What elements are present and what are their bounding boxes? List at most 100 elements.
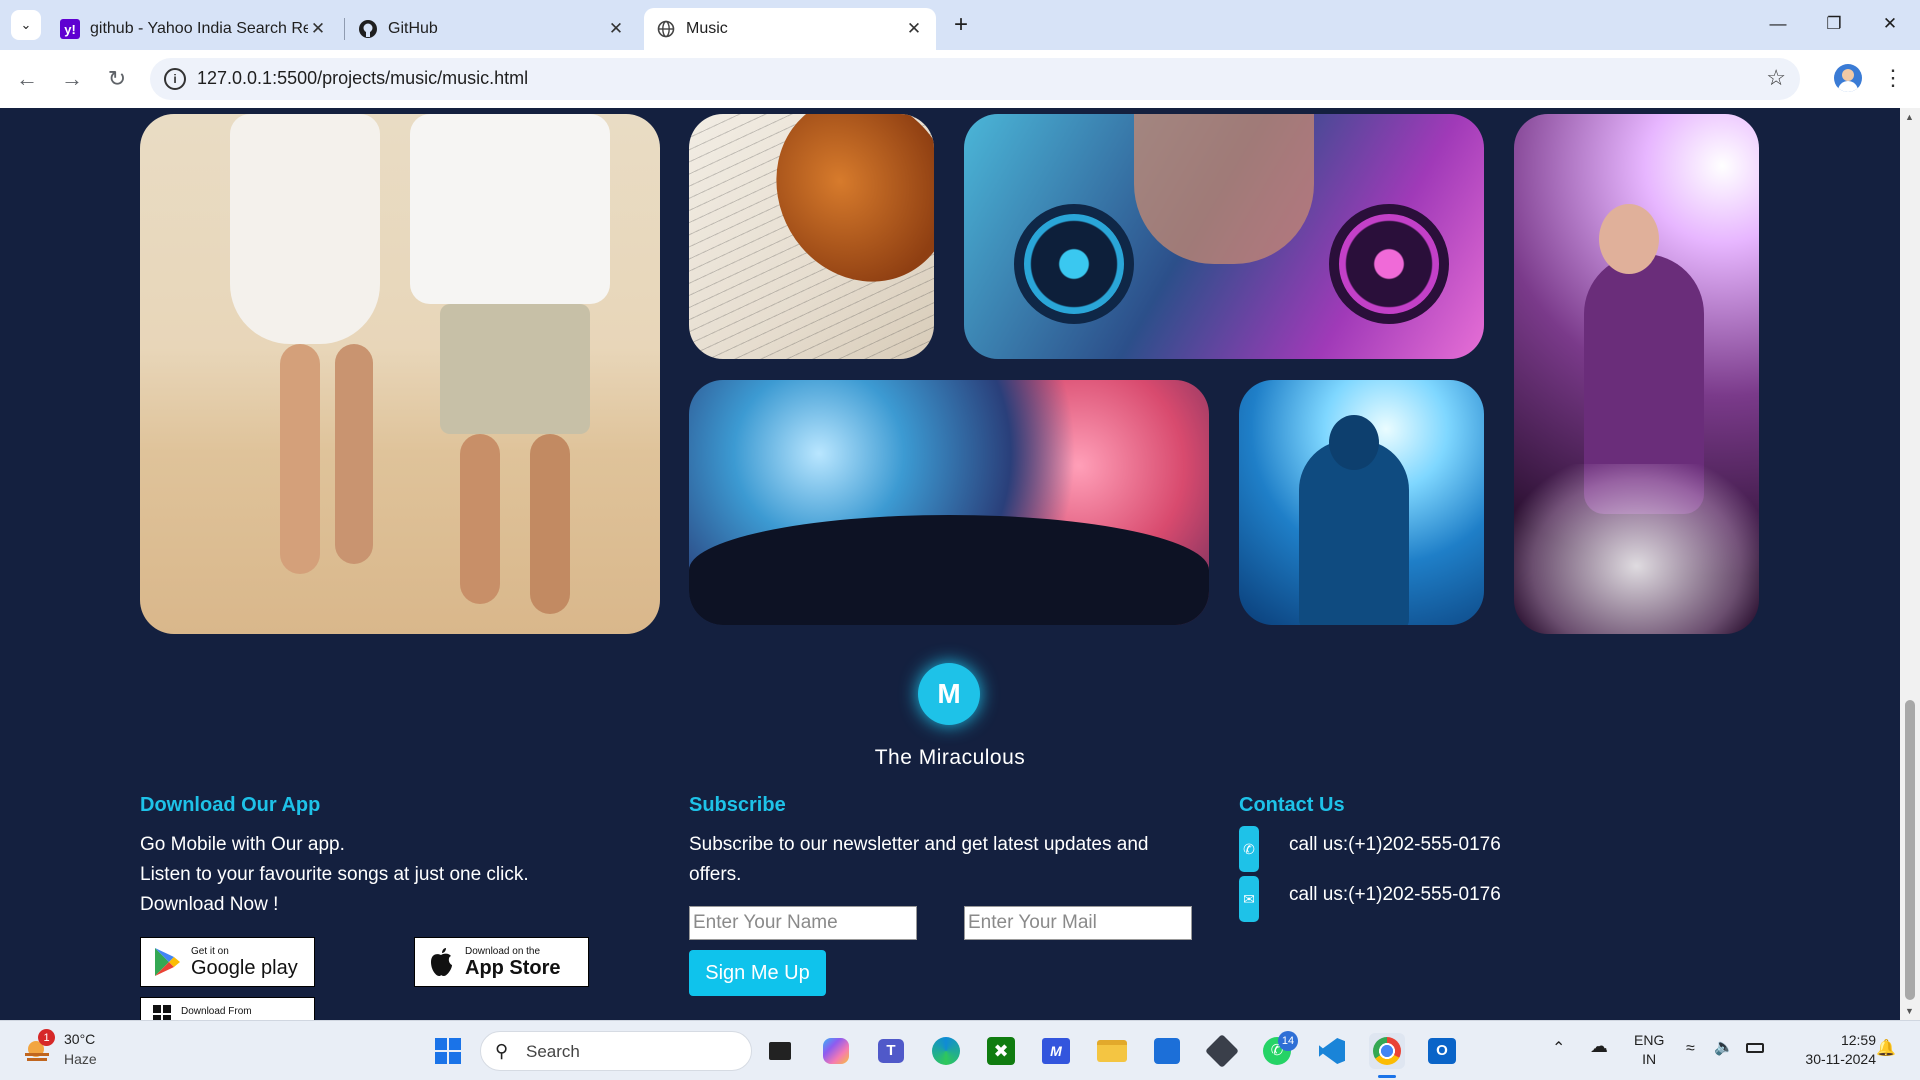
search-icon: ⚲ <box>495 1041 509 1061</box>
chrome-active-indicator <box>1378 1075 1396 1078</box>
plus-icon: + <box>953 11 968 38</box>
browser-tab-bar: ⌄ y! github - Yahoo India Search Re ✕ Gi… <box>0 0 1920 50</box>
gallery-image-dj-silhouette <box>1239 380 1484 625</box>
language-indicator[interactable]: ENG IN <box>1634 1031 1664 1069</box>
subscribe-text-line-1: Subscribe to our newsletter and get late… <box>689 834 1149 855</box>
profile-avatar[interactable] <box>1834 64 1862 92</box>
logo-letter: M <box>937 678 961 709</box>
github-icon <box>358 19 378 39</box>
restore-icon: ❐ <box>1826 14 1842 33</box>
contact-title: Contact Us <box>1239 794 1345 816</box>
chevron-down-icon: ⌄ <box>20 17 32 32</box>
wifi-icon[interactable]: ≈ <box>1686 1039 1695 1058</box>
back-button[interactable]: ← <box>10 62 44 96</box>
new-tab-button[interactable]: + <box>946 10 976 40</box>
avatar-body <box>1838 81 1858 92</box>
tab-search-button[interactable]: ⌄ <box>11 10 41 40</box>
copilot-icon[interactable] <box>818 1033 854 1069</box>
windows-icon <box>151 1003 173 1020</box>
gallery-image-dj-decks <box>964 114 1484 359</box>
url-text[interactable]: 127.0.0.1:5500/projects/music/music.html <box>197 68 528 89</box>
battery-icon[interactable] <box>1746 1039 1764 1058</box>
google-play-icon <box>151 946 183 978</box>
google-play-small-text: Get it on <box>191 945 229 957</box>
app-store-button[interactable]: Download on the App Store <box>414 937 589 987</box>
google-play-button[interactable]: Get it on Google play <box>140 937 315 987</box>
page-viewport: M The Miraculous Download Our App Go Mob… <box>0 108 1900 1020</box>
name-input[interactable]: Enter Your Name <box>689 906 917 940</box>
windows-store-button[interactable]: Download From <box>140 997 315 1020</box>
minimize-icon: — <box>1769 14 1787 33</box>
contact-phone-1: call us:(+1)202-555-0176 <box>1289 834 1501 855</box>
tab-music[interactable]: Music ✕ <box>644 8 936 50</box>
language-line-1: ENG <box>1634 1032 1665 1048</box>
math-app-icon[interactable]: M <box>1038 1033 1074 1069</box>
weather-alert-badge: 1 <box>38 1029 55 1046</box>
tab-title: github - Yahoo India Search Re <box>90 20 308 37</box>
close-tab-icon[interactable]: ✕ <box>308 19 328 39</box>
scrollbar-thumb[interactable] <box>1905 700 1915 1000</box>
tab-github[interactable]: GitHub ✕ <box>346 8 638 50</box>
weather-condition[interactable]: Haze <box>64 1051 97 1067</box>
task-view-icon[interactable] <box>762 1033 798 1069</box>
browser-menu-icon[interactable]: ⋮ <box>1882 64 1904 92</box>
avatar-face <box>1842 69 1854 81</box>
windows-store-small-text: Download From <box>181 1006 252 1017</box>
tab-title: Music <box>686 20 728 37</box>
bookmark-star-icon[interactable]: ☆ <box>1766 65 1786 91</box>
edge-icon[interactable] <box>928 1033 964 1069</box>
subscribe-text-line-2: offers. <box>689 864 742 885</box>
scroll-down-icon[interactable]: ▼ <box>1905 1006 1914 1016</box>
close-tab-icon[interactable]: ✕ <box>904 19 924 39</box>
onedrive-icon[interactable]: ☁ <box>1590 1037 1608 1056</box>
sign-up-button[interactable]: Sign Me Up <box>689 950 826 996</box>
phone-icon: ✆ <box>1239 826 1259 872</box>
download-title: Download Our App <box>140 794 321 816</box>
restore-button[interactable]: ❐ <box>1806 0 1862 48</box>
reload-button[interactable]: ↻ <box>100 62 134 96</box>
microsoft-store-icon[interactable] <box>1149 1033 1185 1069</box>
start-button[interactable] <box>430 1033 466 1069</box>
address-bar[interactable]: i 127.0.0.1:5500/projects/music/music.ht… <box>150 58 1800 100</box>
globe-icon <box>656 19 676 39</box>
minimize-button[interactable]: — <box>1750 0 1806 48</box>
teams-icon[interactable]: T <box>873 1033 909 1069</box>
language-line-2: IN <box>1642 1051 1657 1067</box>
xbox-icon[interactable]: ✖ <box>983 1033 1019 1069</box>
mail-icon: ✉ <box>1239 876 1259 922</box>
email-input[interactable]: Enter Your Mail <box>964 906 1192 940</box>
close-tab-icon[interactable]: ✕ <box>606 19 626 39</box>
windows-taskbar: 1 30°C Haze ⚲ Search T ✖ M ✆ 14 O ⌃ ☁ EN… <box>0 1020 1920 1080</box>
page-scrollbar[interactable]: ▲ ▼ <box>1900 108 1920 1020</box>
vscode-icon[interactable] <box>1314 1033 1350 1069</box>
app-cube-icon[interactable] <box>1204 1033 1240 1069</box>
apple-icon <box>425 946 457 978</box>
tab-yahoo-search[interactable]: y! github - Yahoo India Search Re ✕ <box>48 8 340 50</box>
gallery-image-guitarist <box>1514 114 1759 634</box>
taskbar-search[interactable]: ⚲ Search <box>480 1031 752 1071</box>
download-line-1: Go Mobile with Our app. <box>140 834 345 855</box>
weather-temperature[interactable]: 30°C <box>64 1031 95 1047</box>
yahoo-icon: y! <box>60 19 80 39</box>
file-explorer-icon[interactable] <box>1094 1033 1130 1069</box>
download-line-2: Listen to your favourite songs at just o… <box>140 864 529 885</box>
google-play-big-text: Google play <box>191 956 298 979</box>
arrow-left-icon: ← <box>16 66 38 91</box>
outlook-icon[interactable]: O <box>1424 1033 1460 1069</box>
volume-icon[interactable]: 🔈 <box>1714 1038 1734 1057</box>
brand-name: The Miraculous <box>874 746 1026 769</box>
show-hidden-icons-chevron[interactable]: ⌃ <box>1552 1039 1565 1058</box>
search-label: Search <box>526 1042 580 1061</box>
chrome-icon[interactable] <box>1369 1033 1405 1069</box>
close-window-button[interactable]: ✕ <box>1862 0 1918 48</box>
forward-button[interactable]: → <box>55 62 89 96</box>
gallery-image-concert-crowd <box>689 380 1209 625</box>
browser-toolbar: ← → ↻ i 127.0.0.1:5500/projects/music/mu… <box>0 50 1920 108</box>
subscribe-title: Subscribe <box>689 794 786 816</box>
notification-bell-icon[interactable]: 🔔 <box>1876 1039 1896 1058</box>
site-info-icon[interactable]: i <box>164 68 186 90</box>
clock[interactable]: 12:59 30-11-2024 <box>1786 1031 1876 1069</box>
site-logo[interactable]: M <box>918 663 980 725</box>
app-store-big-text: App Store <box>465 956 561 979</box>
scroll-up-icon[interactable]: ▲ <box>1905 112 1914 122</box>
